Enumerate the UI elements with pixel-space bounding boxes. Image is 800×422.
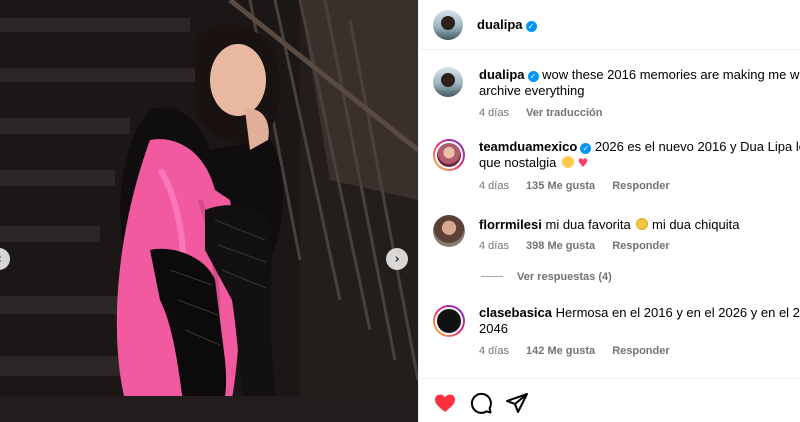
comment-likes[interactable]: 142 Me gusta xyxy=(526,345,595,357)
post-actions xyxy=(419,378,800,422)
commenter-username[interactable]: teamduamexico xyxy=(479,139,577,154)
author-username[interactable]: dualipa xyxy=(477,17,523,32)
comment-line1: Hermosa en el 2016 y en el 2026 y en el … xyxy=(555,305,800,320)
comment-text: florrmilesi mi dua favorita mi dua chiqu… xyxy=(479,217,800,233)
author-avatar[interactable] xyxy=(433,10,463,40)
comment-line1-end: mi dua chiquita xyxy=(652,217,740,232)
comment-line1: 2026 es el nuevo 2016 y Dua Lipa lo sab xyxy=(594,139,800,154)
comment-time[interactable]: 4 días xyxy=(479,345,509,357)
commenter-avatar[interactable] xyxy=(433,139,465,171)
post-header: dualipa ✓ xyxy=(419,0,800,50)
comment-button[interactable] xyxy=(469,391,493,415)
reply-button[interactable]: Responder xyxy=(612,180,669,192)
comment-time[interactable]: 4 días xyxy=(479,240,509,252)
caption-meta: 4 días Ver traducción xyxy=(479,107,616,119)
comment-likes[interactable]: 398 Me gusta xyxy=(526,240,595,252)
like-button[interactable] xyxy=(433,391,457,415)
heart-icon xyxy=(435,394,455,412)
comment-item: teamduamexico ✓ 2026 es el nuevo 2016 y D… xyxy=(419,137,800,197)
caption-avatar[interactable] xyxy=(433,67,463,97)
comment-item: clasebasica Hermosa en el 2016 y en el 2… xyxy=(419,303,800,365)
pink-heart-emoji-icon: ♥ xyxy=(577,156,589,170)
comment-meta: 4 días 135 Me gusta Responder xyxy=(479,180,684,192)
next-photo-button[interactable]: › xyxy=(386,248,408,270)
post-photo: ‹ › xyxy=(0,0,418,422)
translate-link[interactable]: Ver traducción xyxy=(526,107,602,119)
view-replies-label: Ver respuestas (4) xyxy=(517,271,612,283)
comment-icon xyxy=(470,392,492,414)
photo-illustration xyxy=(0,0,418,422)
commenter-avatar[interactable] xyxy=(433,215,465,247)
post-details-panel: dualipa ✓ dualipa ✓ wow these 2016 memorie… xyxy=(418,0,800,422)
caption-line1: wow these 2016 memories are making me wa… xyxy=(542,67,800,82)
reply-button[interactable]: Responder xyxy=(612,345,669,357)
comment-likes[interactable]: 135 Me gusta xyxy=(526,180,595,192)
comment-text: clasebasica Hermosa en el 2016 y en el 2… xyxy=(479,305,800,337)
share-button[interactable] xyxy=(505,391,529,415)
comment-item: florrmilesi mi dua favorita mi dua chiqu… xyxy=(419,213,800,291)
replies-divider xyxy=(481,276,503,277)
caption: dualipa ✓ wow these 2016 memories are mak… xyxy=(419,65,800,125)
verified-badge-icon: ✓ xyxy=(527,71,539,82)
caption-line2: archive everything xyxy=(479,83,585,98)
paper-plane-icon xyxy=(506,393,528,413)
view-replies-button[interactable]: Ver respuestas (4) xyxy=(481,271,612,283)
verified-badge-icon: ✓ xyxy=(525,21,537,32)
commenter-username[interactable]: florrmilesi xyxy=(479,217,542,232)
comment-meta: 4 días 398 Me gusta Responder xyxy=(479,240,684,252)
comment-meta: 4 días 142 Me gusta Responder xyxy=(479,345,684,357)
comment-line1: mi dua favorita xyxy=(545,217,631,232)
comment-line2: que nostalgia xyxy=(479,155,557,170)
chevron-left-icon: ‹ xyxy=(0,252,2,267)
comment-text: teamduamexico ✓ 2026 es el nuevo 2016 y D… xyxy=(479,139,800,171)
crying-face-emoji-icon xyxy=(561,156,574,168)
comment-time[interactable]: 4 días xyxy=(479,180,509,192)
commenter-username[interactable]: clasebasica xyxy=(479,305,552,320)
commenter-avatar[interactable] xyxy=(433,305,465,337)
comments-list: dualipa ✓ wow these 2016 memories are mak… xyxy=(419,51,800,378)
verified-badge-icon: ✓ xyxy=(580,143,592,154)
comment-line2: 2046 xyxy=(479,321,508,336)
heart-eyes-cat-emoji-icon xyxy=(636,218,649,230)
caption-text: dualipa ✓ wow these 2016 memories are mak… xyxy=(479,67,800,99)
caption-username[interactable]: dualipa xyxy=(479,67,525,82)
caption-time[interactable]: 4 días xyxy=(479,107,509,119)
reply-button[interactable]: Responder xyxy=(612,240,669,252)
author-username-row: dualipa ✓ xyxy=(477,17,537,32)
chevron-right-icon: › xyxy=(394,251,400,267)
